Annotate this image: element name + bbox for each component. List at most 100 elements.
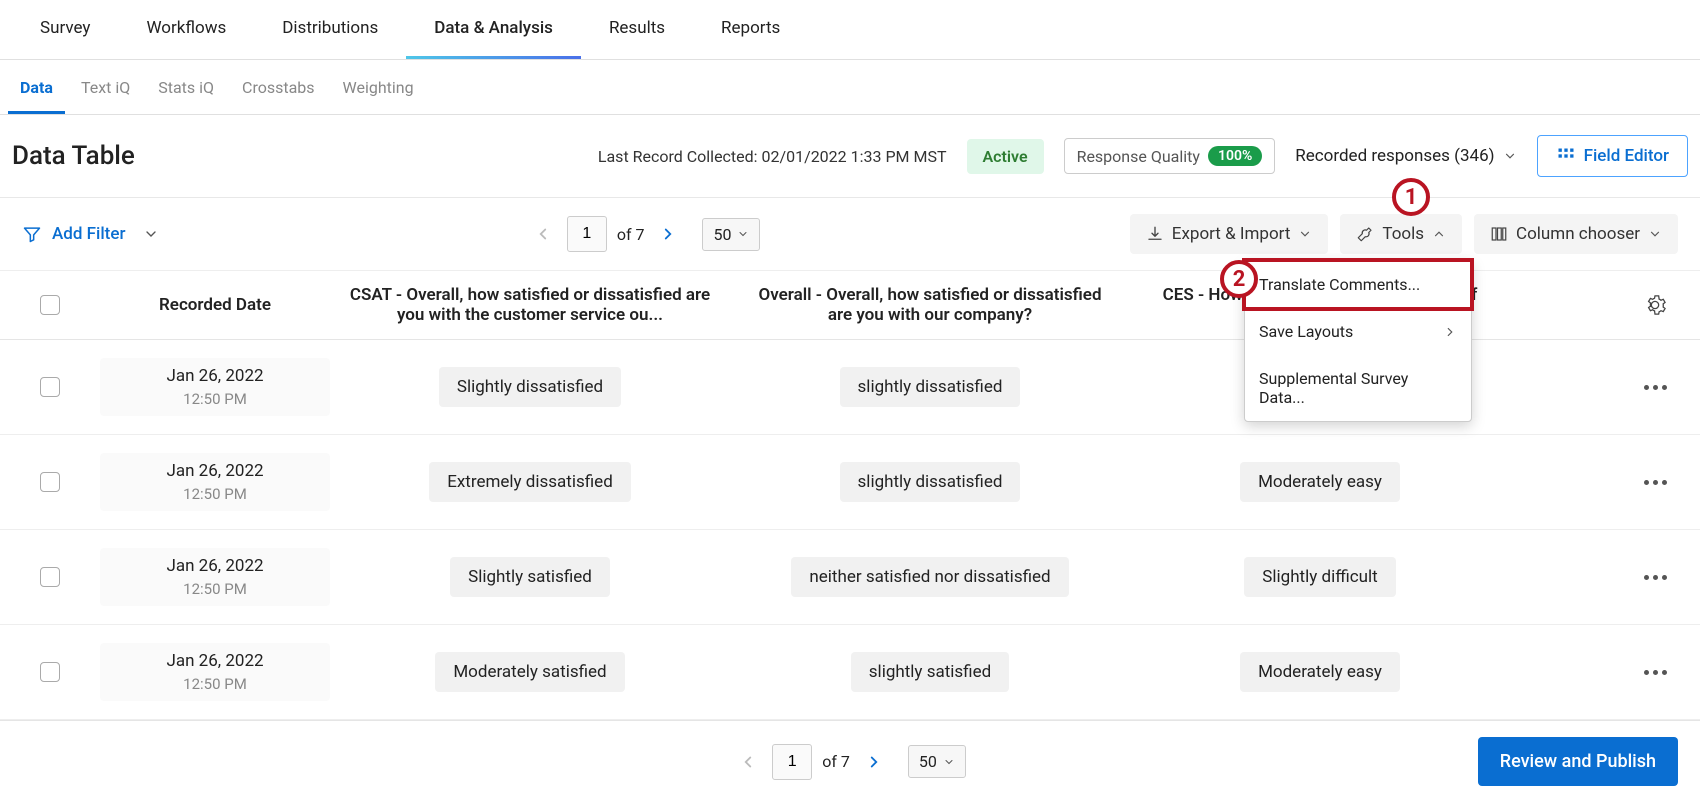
more-icon	[1644, 480, 1667, 485]
tab-results[interactable]: Results	[581, 0, 693, 59]
menu-translate-label: Translate Comments...	[1259, 275, 1420, 294]
row-actions-button[interactable]	[1640, 670, 1700, 675]
page-of-label: of 7	[617, 225, 645, 244]
chevron-down-icon	[1298, 227, 1312, 241]
row-checkbox[interactable]	[40, 472, 60, 492]
tab-workflows[interactable]: Workflows	[118, 0, 254, 59]
subtab-crosstabs[interactable]: Crosstabs	[230, 60, 327, 114]
menu-save-layouts[interactable]: Save Layouts	[1245, 308, 1471, 355]
page-input-bottom[interactable]	[772, 744, 812, 780]
column-chooser-label: Column chooser	[1516, 224, 1640, 244]
pager-top: of 7 50	[529, 216, 761, 252]
cell-ces: Slightly difficult	[1130, 557, 1510, 597]
page-size-value-bottom: 50	[919, 752, 937, 771]
column-chooser-button[interactable]: Column chooser	[1474, 214, 1678, 254]
tools-label: Tools	[1382, 224, 1424, 244]
subtab-textiq[interactable]: Text iQ	[69, 60, 142, 114]
chevron-right-icon	[1443, 325, 1457, 339]
page-title: Data Table	[12, 141, 135, 171]
cell-date: Jan 26, 2022 12:50 PM	[100, 453, 330, 511]
field-editor-icon	[1556, 146, 1576, 166]
toolbar: Add Filter of 7 50 Export & Import Tools	[0, 198, 1700, 271]
page-of-label-bottom: of 7	[822, 752, 850, 771]
page-size-select-bottom[interactable]: 50	[908, 745, 966, 778]
cell-overall: slightly satisfied	[730, 652, 1130, 692]
ces-chip: Moderately easy	[1240, 462, 1400, 502]
more-icon	[1644, 385, 1667, 390]
cell-date: Jan 26, 2022 12:50 PM	[100, 358, 330, 416]
chevron-left-icon	[739, 753, 757, 771]
review-publish-button[interactable]: Review and Publish	[1478, 737, 1678, 786]
subtab-statsiq[interactable]: Stats iQ	[146, 60, 226, 114]
overall-chip: slightly dissatisfied	[840, 462, 1021, 502]
tab-reports[interactable]: Reports	[693, 0, 808, 59]
menu-supplemental-data[interactable]: Supplemental Survey Data...	[1245, 355, 1471, 421]
filter-options-caret[interactable]	[143, 226, 159, 242]
overall-chip: slightly dissatisfied	[840, 367, 1021, 407]
subtab-data[interactable]: Data	[8, 60, 65, 114]
page-size-select[interactable]: 50	[702, 218, 760, 251]
response-quality-value: 100%	[1208, 146, 1262, 166]
recorded-responses-label: Recorded responses (346)	[1295, 146, 1494, 166]
tool-buttons: Export & Import Tools Column chooser 1 T…	[1130, 214, 1678, 254]
secondary-tabs: Data Text iQ Stats iQ Crosstabs Weightin…	[0, 60, 1700, 115]
header-recorded-date[interactable]: Recorded Date	[100, 295, 330, 315]
annotation-1: 1	[1392, 178, 1430, 216]
csat-chip: Slightly satisfied	[450, 557, 610, 597]
last-record-label: Last Record Collected: 02/01/2022 1:33 P…	[598, 147, 947, 166]
chevron-down-icon	[143, 226, 159, 242]
row-actions-button[interactable]	[1640, 385, 1700, 390]
subtab-weighting[interactable]: Weighting	[331, 60, 426, 114]
time-value: 12:50 PM	[100, 390, 330, 408]
response-quality-button[interactable]: Response Quality 100%	[1064, 138, 1276, 174]
filter-icon	[22, 224, 42, 244]
page-size-value: 50	[713, 225, 731, 244]
tools-button[interactable]: Tools	[1340, 214, 1462, 254]
prev-page-button[interactable]	[529, 220, 557, 248]
prev-page-button-bottom[interactable]	[734, 748, 762, 776]
menu-supplemental-label: Supplemental Survey Data...	[1259, 369, 1457, 407]
chevron-down-icon	[737, 228, 749, 240]
bottom-bar: of 7 50 Review and Publish	[0, 720, 1700, 802]
overall-chip: neither satisfied nor dissatisfied	[791, 557, 1068, 597]
next-page-button-bottom[interactable]	[860, 748, 888, 776]
tab-data-analysis[interactable]: Data & Analysis	[406, 0, 581, 59]
add-filter-button[interactable]: Add Filter	[22, 224, 125, 244]
response-quality-label: Response Quality	[1077, 147, 1200, 166]
select-all-checkbox[interactable]	[40, 295, 60, 315]
time-value: 12:50 PM	[100, 580, 330, 598]
date-value: Jan 26, 2022	[100, 651, 330, 671]
cell-ces: Moderately easy	[1130, 652, 1510, 692]
field-editor-button[interactable]: Field Editor	[1537, 135, 1688, 177]
tab-survey[interactable]: Survey	[12, 0, 118, 59]
time-value: 12:50 PM	[100, 675, 330, 693]
row-checkbox[interactable]	[40, 662, 60, 682]
primary-tabs: Survey Workflows Distributions Data & An…	[0, 0, 1700, 60]
tab-distributions[interactable]: Distributions	[254, 0, 406, 59]
row-actions-button[interactable]	[1640, 480, 1700, 485]
chevron-right-icon	[659, 225, 677, 243]
chevron-left-icon	[534, 225, 552, 243]
title-bar: Data Table Last Record Collected: 02/01/…	[0, 115, 1700, 198]
recorded-responses-dropdown[interactable]: Recorded responses (346)	[1295, 146, 1516, 166]
pager-bottom: of 7 50	[734, 744, 966, 780]
more-icon	[1644, 670, 1667, 675]
export-import-button[interactable]: Export & Import	[1130, 214, 1329, 254]
wrench-icon	[1356, 225, 1374, 243]
date-value: Jan 26, 2022	[100, 556, 330, 576]
chevron-down-icon	[1503, 149, 1517, 163]
gear-icon[interactable]	[1644, 294, 1666, 316]
row-checkbox[interactable]	[40, 567, 60, 587]
next-page-button[interactable]	[654, 220, 682, 248]
row-actions-button[interactable]	[1640, 575, 1700, 580]
page-input[interactable]	[567, 216, 607, 252]
header-csat[interactable]: CSAT - Overall, how satisfied or dissati…	[330, 285, 730, 325]
row-checkbox[interactable]	[40, 377, 60, 397]
cell-date: Jan 26, 2022 12:50 PM	[100, 643, 330, 701]
chevron-right-icon	[865, 753, 883, 771]
overall-chip: slightly satisfied	[851, 652, 1009, 692]
menu-translate-comments[interactable]: Translate Comments...	[1245, 261, 1471, 308]
cell-csat: Slightly satisfied	[330, 557, 730, 597]
csat-chip: Moderately satisfied	[435, 652, 624, 692]
header-overall[interactable]: Overall - Overall, how satisfied or diss…	[730, 285, 1130, 325]
